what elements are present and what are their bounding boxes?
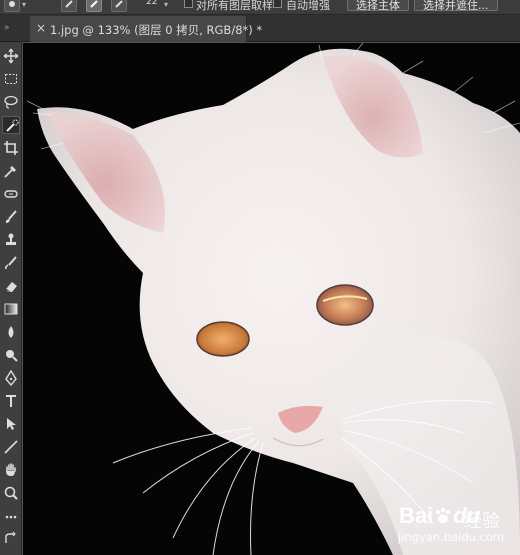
hand-tool-icon[interactable] — [2, 461, 20, 479]
document-tab-bar: » × 1.jpg @ 133% (图层 0 拷贝, RGB/8*) * — [0, 15, 520, 42]
options-bar: ▾ 22 ▾ 对所有图层取样 自动增强 选择主体 选择并遮住... — [0, 0, 520, 15]
sample-all-layers-label: 对所有图层取样 — [196, 0, 273, 12]
tools-panel — [0, 42, 22, 555]
brush-tool-icon[interactable] — [2, 208, 20, 226]
watermark-url: jingyan.baidu.com — [398, 530, 505, 544]
brush-size-value[interactable]: 22 — [146, 0, 157, 7]
brush-size-dropdown-icon[interactable]: ▾ — [164, 0, 168, 9]
quick-selection-tool-icon[interactable] — [2, 116, 20, 134]
healing-brush-tool-icon[interactable] — [2, 185, 20, 203]
zoom-tool-icon[interactable] — [2, 484, 20, 502]
preset-dropdown-icon[interactable]: ▾ — [22, 0, 26, 9]
auto-enhance-checkbox[interactable] — [273, 0, 282, 8]
marquee-tool-icon[interactable] — [2, 70, 20, 88]
dodge-tool-icon[interactable] — [2, 346, 20, 364]
new-selection-brush-icon[interactable] — [61, 0, 77, 12]
eraser-tool-icon[interactable] — [2, 277, 20, 295]
close-tab-icon[interactable]: × — [36, 21, 46, 35]
more-tools-icon[interactable] — [2, 508, 20, 526]
lasso-tool-icon[interactable] — [2, 93, 20, 111]
sample-all-layers-checkbox[interactable] — [184, 0, 193, 8]
pen-tool-icon[interactable] — [2, 369, 20, 387]
move-tool-icon[interactable] — [2, 47, 20, 65]
subtract-from-selection-brush-icon[interactable] — [111, 0, 127, 12]
line-tool-icon[interactable] — [2, 438, 20, 456]
cat-photo — [23, 43, 520, 555]
type-tool-icon[interactable] — [2, 392, 20, 410]
eyedropper-tool-icon[interactable] — [2, 162, 20, 180]
history-brush-tool-icon[interactable] — [2, 254, 20, 272]
document-canvas[interactable] — [23, 43, 520, 555]
clone-stamp-tool-icon[interactable] — [2, 231, 20, 249]
swap-colors-icon[interactable] — [2, 530, 20, 548]
document-tab-title: 1.jpg @ 133% (图层 0 拷贝, RGB/8*) * — [50, 23, 263, 37]
paw-logo-icon — [433, 505, 453, 524]
tool-preset-icon[interactable] — [4, 0, 20, 12]
document-tab[interactable]: × 1.jpg @ 133% (图层 0 拷贝, RGB/8*) * — [30, 16, 262, 42]
select-subject-button[interactable]: 选择主体 — [347, 0, 409, 12]
blur-tool-icon[interactable] — [2, 323, 20, 341]
baidu-jingyan-watermark: Bai du 经验 jingyan.baidu.com — [394, 500, 520, 552]
add-to-selection-brush-icon[interactable] — [86, 0, 102, 12]
path-selection-tool-icon[interactable] — [2, 415, 20, 433]
collapse-panel-icon[interactable]: » — [4, 23, 10, 33]
crop-tool-icon[interactable] — [2, 139, 20, 157]
auto-enhance-label: 自动增强 — [286, 0, 330, 12]
gradient-tool-icon[interactable] — [2, 300, 20, 318]
select-and-mask-button[interactable]: 选择并遮住... — [414, 0, 498, 12]
